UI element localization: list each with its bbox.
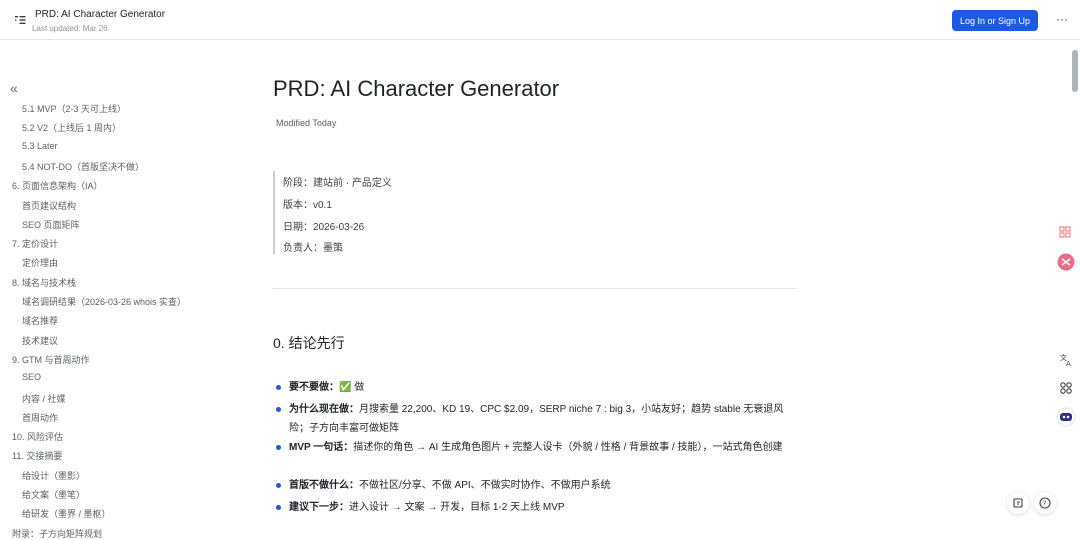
toc-item[interactable]: 内容 / 社媒 bbox=[22, 392, 66, 405]
list-item-label: MVP 一句话： bbox=[289, 442, 354, 453]
meta-date: 日期：2026-03-26 bbox=[283, 222, 365, 233]
toc-item[interactable]: 10. 风险评估 bbox=[12, 430, 63, 443]
meta-owner: 负责人：墨策 bbox=[283, 243, 343, 254]
login-signup-button[interactable]: Log In or Sign Up bbox=[952, 10, 1038, 31]
list-item: 为什么现在做：月搜索量 22,200、KD 19、CPC $2.09，SERP … bbox=[289, 400, 799, 438]
page-title: PRD: AI Character Generator bbox=[273, 76, 560, 101]
grid-view-icon[interactable] bbox=[1057, 224, 1073, 240]
toc-item[interactable]: 域名调研结果（2026-03-26 whois 实查） bbox=[22, 295, 186, 308]
help-icon: ? bbox=[1039, 497, 1051, 509]
toc-toggle-icon[interactable] bbox=[12, 12, 28, 28]
toc-item[interactable]: 5.1 MVP（2-3 天可上线） bbox=[22, 102, 126, 115]
list-item-label: 为什么现在做： bbox=[289, 404, 359, 415]
toc-item[interactable]: SEO 页面矩阵 bbox=[22, 218, 80, 231]
scrollbar-thumb[interactable] bbox=[1072, 50, 1078, 92]
bullet-dot bbox=[276, 505, 281, 510]
document-title: PRD: AI Character Generator bbox=[35, 9, 166, 20]
modified-label: Modified Today bbox=[276, 118, 337, 128]
toc-item[interactable]: 5.2 V2（上线后 1 周内） bbox=[22, 121, 121, 134]
svg-text:A: A bbox=[1066, 360, 1071, 368]
toc-item[interactable]: 域名推荐 bbox=[22, 314, 58, 327]
toc-item[interactable]: 定价理由 bbox=[22, 256, 58, 269]
feedback-button[interactable] bbox=[1007, 492, 1029, 514]
ai-assistant-icon[interactable] bbox=[1057, 253, 1075, 271]
toc-item[interactable]: 首周动作 bbox=[22, 411, 58, 424]
bullet-dot bbox=[276, 407, 281, 412]
list-item-label: 要不要做： bbox=[289, 382, 339, 393]
toc-item[interactable]: 给文案（墨笔） bbox=[22, 488, 85, 501]
list-item-text: 进入设计 → 文案 → 开发，目标 1-2 天上线 MVP bbox=[349, 502, 565, 513]
list-item-label: 建议下一步： bbox=[289, 502, 349, 513]
translate-icon[interactable]: 文 A bbox=[1058, 352, 1074, 368]
meta-version: 版本：v0.1 bbox=[283, 200, 332, 211]
toc-item[interactable]: SEO bbox=[22, 372, 41, 382]
list-item-text: 描述你的角色 → AI 生成角色图片 + 完整人设卡（外貌 / 性格 / 背景故… bbox=[353, 442, 783, 453]
toc-item[interactable]: 5.4 NOT-DO（首版坚决不做） bbox=[22, 160, 144, 173]
bullet-dot bbox=[276, 483, 281, 488]
section-divider bbox=[273, 288, 797, 289]
chatbot-icon[interactable] bbox=[1056, 407, 1076, 427]
list-item-label: 首版不做什么： bbox=[289, 480, 359, 491]
toc-item[interactable]: 技术建议 bbox=[22, 334, 58, 347]
toc-item[interactable]: 9. GTM 与首周动作 bbox=[12, 353, 90, 366]
svg-text:?: ? bbox=[1043, 500, 1047, 508]
bullet-dot bbox=[276, 445, 281, 450]
toc-item[interactable]: 11. 交接摘要 bbox=[12, 449, 62, 462]
toc-item[interactable]: 给设计（墨影） bbox=[22, 469, 85, 482]
apps-icon[interactable] bbox=[1058, 380, 1074, 396]
bullet-dot bbox=[276, 385, 281, 390]
list-item-text: 月搜索量 22,200、KD 19、CPC $2.09，SERP niche 7… bbox=[289, 404, 784, 434]
feedback-icon bbox=[1013, 498, 1023, 508]
last-updated-label: Last updated: Mar 26 bbox=[32, 24, 108, 33]
quote-bar bbox=[273, 171, 275, 254]
more-options-icon[interactable]: ··· bbox=[1054, 12, 1070, 28]
list-item: 要不要做：✅ 做 bbox=[289, 378, 799, 397]
collapse-toc-icon[interactable]: « bbox=[10, 81, 24, 96]
section-heading: 0. 结论先行 bbox=[273, 335, 345, 351]
top-bar: PRD: AI Character Generator Last updated… bbox=[0, 0, 1080, 40]
toc-item[interactable]: 7. 定价设计 bbox=[12, 237, 58, 250]
list-item-text: 不做社区/分享、不做 API、不做实时协作、不做用户系统 bbox=[359, 480, 611, 491]
toc-item[interactable]: 6. 页面信息架构（IA） bbox=[12, 179, 103, 192]
toc-item[interactable]: 附录：子方向矩阵规划 bbox=[12, 527, 102, 540]
toc-item[interactable]: 给研发（墨界 / 墨枢） bbox=[22, 507, 111, 520]
toc-item[interactable]: 8. 域名与技术栈 bbox=[12, 276, 76, 289]
meta-stage: 阶段：建站前 · 产品定义 bbox=[283, 178, 392, 189]
help-button[interactable]: ? bbox=[1034, 492, 1056, 514]
toc-item[interactable]: 5.3 Later bbox=[22, 141, 58, 151]
list-item: MVP 一句话：描述你的角色 → AI 生成角色图片 + 完整人设卡（外貌 / … bbox=[289, 438, 799, 457]
list-item: 建议下一步：进入设计 → 文案 → 开发，目标 1-2 天上线 MVP bbox=[289, 498, 799, 517]
list-item-text: ✅ 做 bbox=[339, 382, 365, 393]
list-item: 首版不做什么：不做社区/分享、不做 API、不做实时协作、不做用户系统 bbox=[289, 476, 799, 495]
toc-item[interactable]: 首页建议结构 bbox=[22, 199, 76, 212]
